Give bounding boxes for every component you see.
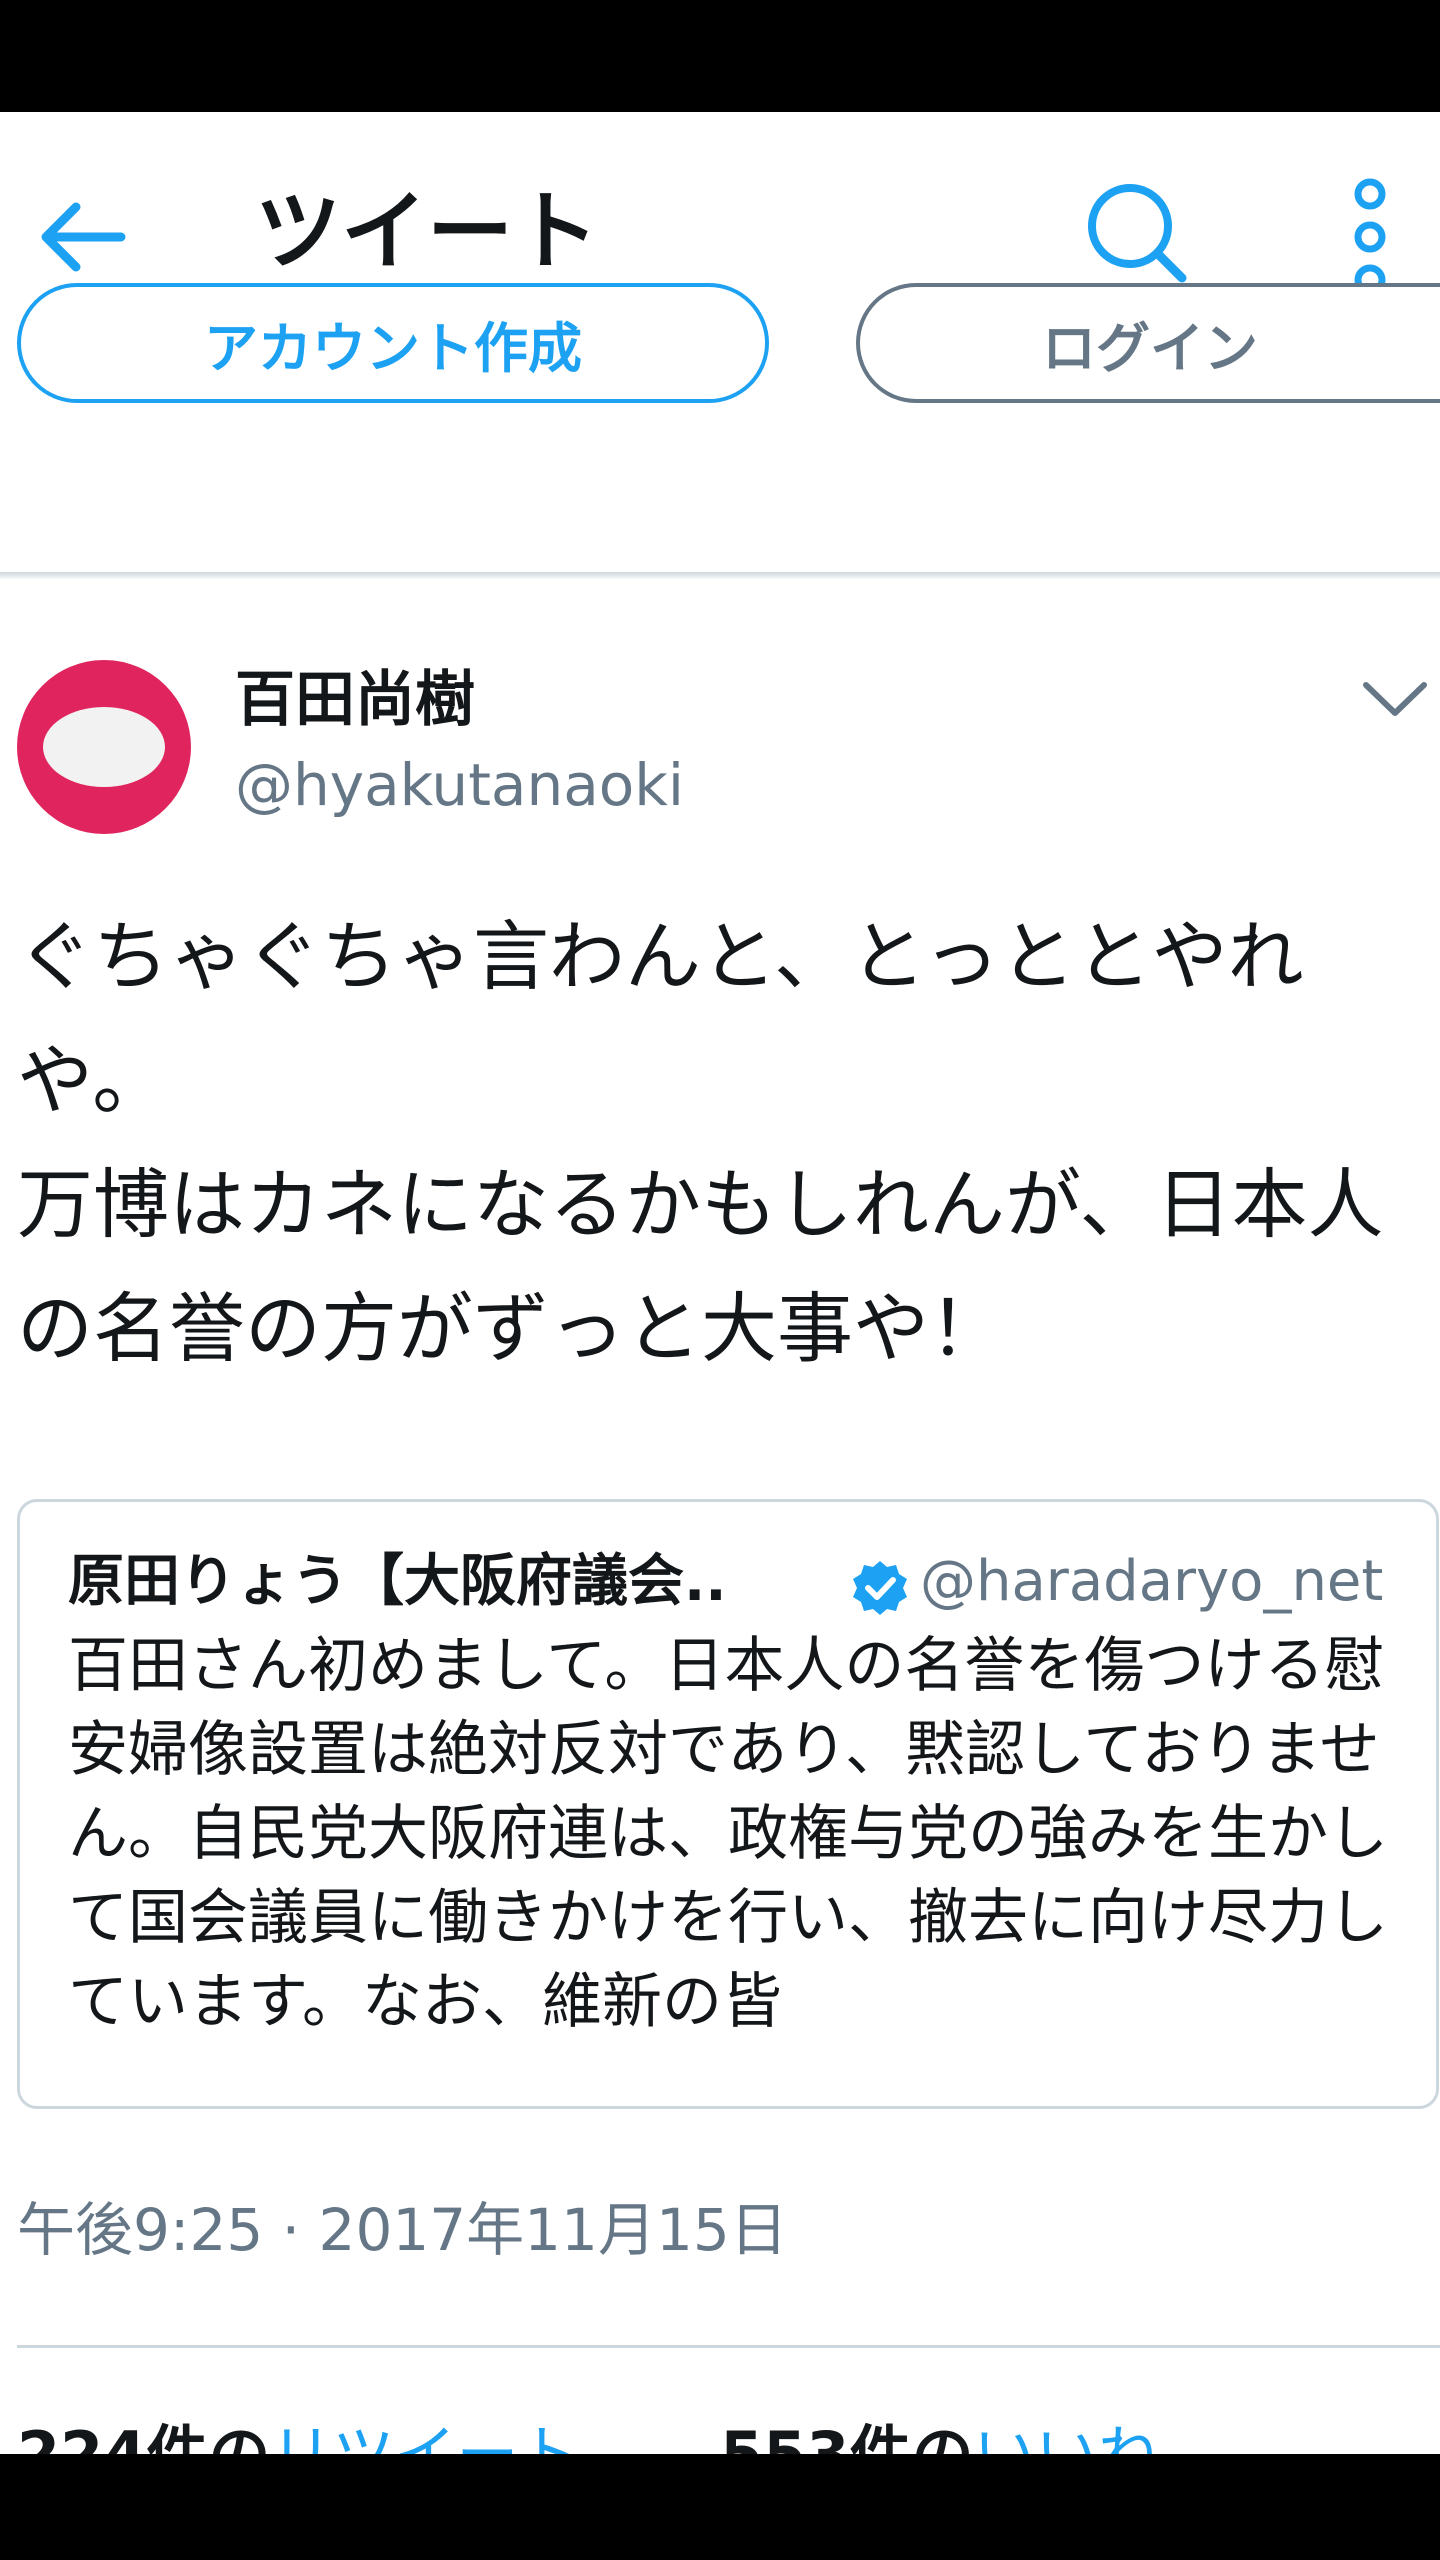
navigation-bar xyxy=(0,2454,1440,2560)
chevron-down-icon[interactable] xyxy=(1360,675,1430,725)
avatar[interactable] xyxy=(17,660,191,834)
status-bar xyxy=(0,0,1440,112)
quoted-author-name: 原田りょう【大阪府議会.. xyxy=(68,1549,727,1614)
divider xyxy=(17,2345,1440,2348)
avatar-egg-icon xyxy=(43,707,165,787)
tweet-timestamp: 午後9:25 · 2017年11月15日 xyxy=(17,2196,788,2264)
signup-button[interactable]: アカウント作成 xyxy=(17,283,769,403)
tweet-text: ぐちゃぐちゃ言わんと、とっととやれや。 万博はカネになるかもしれんが、日本人の名… xyxy=(17,912,1384,1373)
search-icon[interactable] xyxy=(1082,178,1192,288)
author-name[interactable]: 百田尚樹 xyxy=(235,660,475,740)
arrow-left-icon[interactable] xyxy=(36,187,136,287)
login-button[interactable]: ログイン xyxy=(856,283,1440,403)
quoted-text: 百田さん初めまして。日本人の名誉を傷つける慰安婦像設置は絶対反対であり、黙認して… xyxy=(68,1631,1388,2037)
quoted-tweet[interactable]: 原田りょう【大阪府議会.. @haradaryo_net 百田さん初めまして。日… xyxy=(17,1499,1439,2109)
author-handle[interactable]: @hyakutanaoki xyxy=(235,745,684,825)
verified-badge-icon xyxy=(850,1558,910,1618)
quoted-text-fade xyxy=(20,2042,1436,2106)
quoted-author-handle: @haradaryo_net xyxy=(920,1549,1384,1614)
page-title: ツイート xyxy=(255,182,599,282)
header-divider xyxy=(0,572,1440,580)
